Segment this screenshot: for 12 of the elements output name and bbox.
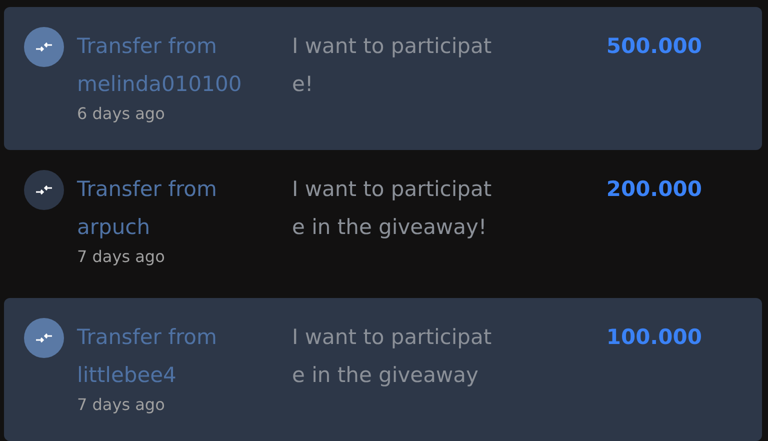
amount: 500.000 bbox=[606, 33, 702, 60]
transfer-title[interactable]: Transfer from melinda010100 bbox=[77, 27, 277, 103]
time-ago: 7 days ago bbox=[77, 246, 166, 268]
memo-text: I want to participat e in the giveaway! bbox=[292, 176, 493, 241]
memo-text: I want to participat e in the giveaway bbox=[292, 324, 493, 389]
transfer-title[interactable]: Transfer from littlebee4 bbox=[77, 318, 277, 394]
time-ago: 7 days ago bbox=[77, 394, 166, 416]
amount: 100.000 bbox=[606, 324, 702, 351]
memo-text: I want to participat e! bbox=[292, 33, 493, 98]
amount: 200.000 bbox=[606, 176, 702, 203]
time-ago: 6 days ago bbox=[77, 103, 166, 125]
transfer-title[interactable]: Transfer from arpuch bbox=[77, 170, 277, 246]
